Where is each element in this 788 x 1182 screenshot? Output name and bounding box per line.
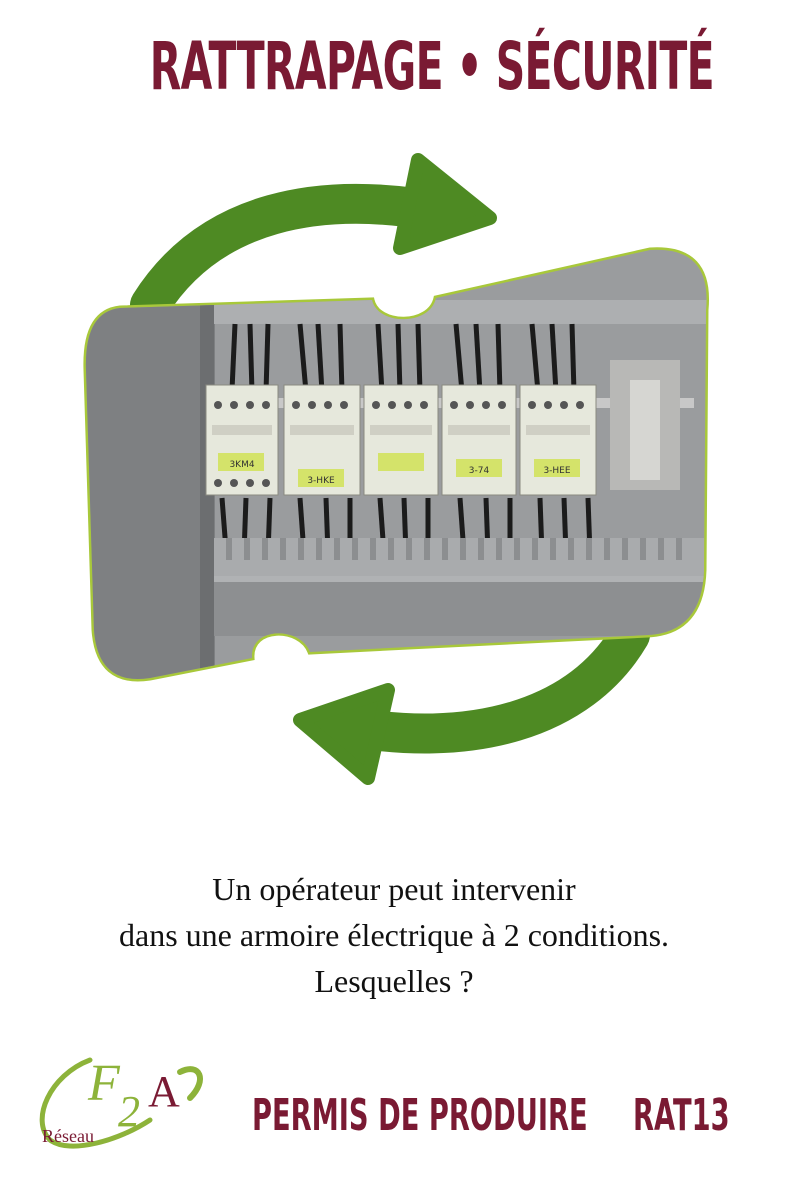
cycle-arrow-bottom-icon — [293, 615, 650, 785]
logo-subtext: Réseau — [42, 1126, 94, 1146]
illustration: 3KM4 3-HKE 3-74 3-HEE — [83, 153, 710, 785]
question-line: Lesquelles ? — [314, 963, 474, 999]
program-name: PERMIS DE PRODUIRE — [252, 1090, 588, 1141]
question-text: Un opérateur peut intervenir dans une ar… — [20, 866, 768, 1004]
logo-letter-f: F — [88, 1055, 120, 1112]
card-code: RAT13 — [633, 1090, 730, 1141]
cycle-arrow-top-icon — [130, 153, 497, 325]
question-line: Un opérateur peut intervenir — [212, 871, 576, 907]
contactor-label: 3-74 — [469, 466, 490, 476]
question-line: dans une armoire électrique à 2 conditio… — [118, 917, 670, 953]
contactor-label: 3-HKE — [307, 476, 335, 486]
contactor-label: 3KM4 — [229, 460, 254, 470]
logo-letter-2: 2 — [118, 1087, 140, 1136]
contactor-label: 3-HEE — [543, 466, 570, 476]
page-title: RATTRAPAGE • SÉCURITÉ — [149, 28, 715, 105]
electrical-cabinet-photo: 3KM4 3-HKE 3-74 3-HEE — [83, 247, 710, 682]
contactor-row: 3KM4 3-HKE 3-74 3-HEE — [205, 384, 597, 496]
logo-letter-a: A — [148, 1067, 180, 1116]
f2a-reseau-logo: F 2 A Réseau — [30, 1050, 220, 1160]
